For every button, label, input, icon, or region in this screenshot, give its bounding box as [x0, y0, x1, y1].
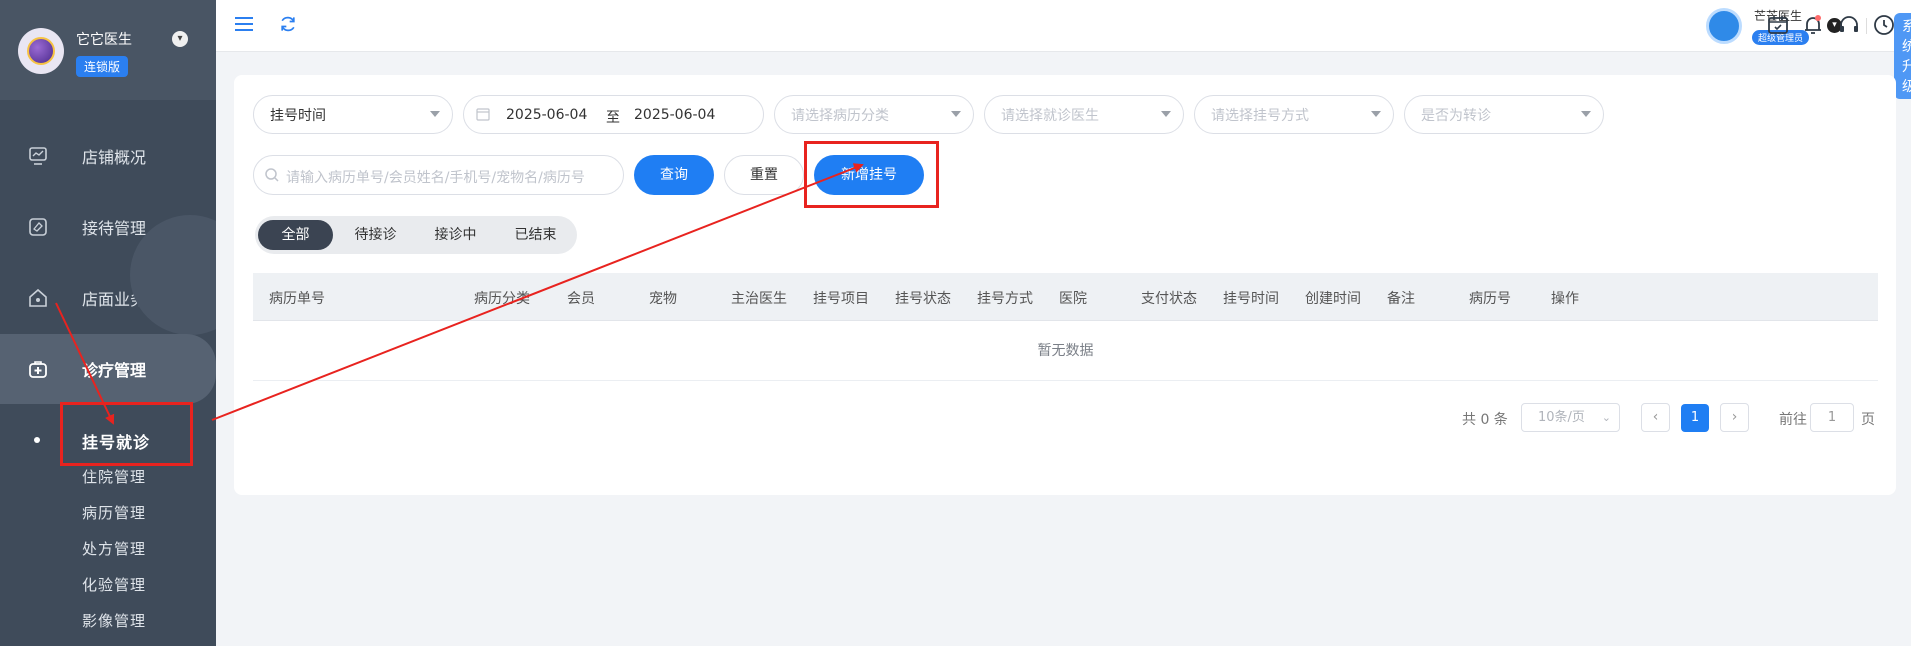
page-size-select[interactable]: 10条/页 ⌄ — [1521, 403, 1620, 432]
doctor-select[interactable]: 请选择就诊医生 — [984, 95, 1184, 134]
next-page-button[interactable]: › — [1720, 403, 1749, 432]
select-placeholder: 请选择病历分类 — [791, 107, 889, 124]
goto-page-input[interactable]: 1 — [1810, 403, 1854, 432]
caret-down-icon — [430, 111, 440, 117]
user-avatar[interactable] — [1706, 8, 1742, 44]
column-header: 备注 — [1387, 291, 1415, 307]
upgrade-button[interactable]: 系统升级 — [1894, 13, 1911, 99]
column-header: 医院 — [1059, 291, 1087, 307]
table-header: 病历单号 病历分类 会员 宠物 主治医生 挂号项目 挂号状态 挂号方式 医院 支… — [253, 273, 1878, 321]
sidebar-subitem-prescription[interactable]: 处方管理 — [82, 538, 146, 559]
column-header: 挂号方式 — [977, 291, 1033, 307]
column-header: 宠物 — [649, 291, 677, 307]
sidebar-item-label: 店铺概况 — [82, 148, 147, 167]
reset-button[interactable]: 重置 — [724, 155, 804, 195]
clock-icon[interactable] — [1872, 13, 1896, 37]
sidebar-item-label: 诊疗管理 — [82, 361, 147, 380]
dashboard-icon — [29, 147, 47, 165]
sidebar-subitem-records[interactable]: 病历管理 — [82, 502, 146, 523]
sidebar-item-store-overview[interactable]: 店铺概况 — [0, 121, 216, 191]
calendar-icon[interactable] — [1766, 13, 1790, 37]
column-header: 病历号 — [1469, 291, 1511, 307]
select-value: 挂号时间 — [270, 107, 326, 124]
caret-down-icon — [1581, 111, 1591, 117]
goto-label: 前往 — [1779, 412, 1807, 428]
annotation-box — [804, 141, 939, 208]
page-size-value: 10条/页 — [1538, 410, 1585, 425]
time-type-select[interactable]: 挂号时间 — [253, 95, 453, 134]
tab-all[interactable]: 全部 — [258, 220, 333, 250]
avatar[interactable] — [18, 28, 64, 74]
empty-state: 暂无数据 — [253, 321, 1878, 381]
page-number-current[interactable]: 1 — [1681, 404, 1709, 432]
bell-icon[interactable] — [1801, 13, 1825, 37]
refresh-icon[interactable] — [278, 12, 298, 36]
edition-badge: 连锁版 — [76, 56, 129, 77]
date-range-picker[interactable]: 2025-06-04 至 2025-06-04 — [463, 95, 764, 134]
search-icon — [265, 168, 279, 182]
support-headset-icon[interactable] — [1837, 13, 1861, 37]
column-header: 挂号时间 — [1223, 291, 1279, 307]
search-placeholder: 请输入病历单号/会员姓名/手机号/宠物名/病历号 — [286, 170, 585, 186]
column-header: 支付状态 — [1141, 291, 1197, 307]
prev-page-button[interactable]: ‹ — [1641, 403, 1670, 432]
column-header: 操作 — [1551, 291, 1579, 307]
chevron-down-icon[interactable]: ▾ — [172, 31, 188, 47]
date-separator: 至 — [606, 110, 620, 126]
select-placeholder: 请选择挂号方式 — [1211, 107, 1309, 124]
record-category-select[interactable]: 请选择病历分类 — [774, 95, 974, 134]
chevron-down-icon: ⌄ — [1601, 411, 1611, 424]
column-header: 病历分类 — [474, 291, 530, 307]
caret-down-icon — [1371, 111, 1381, 117]
sidebar-subitem-inpatient[interactable]: 住院管理 — [82, 466, 146, 487]
menu-icon[interactable] — [232, 12, 256, 36]
select-placeholder: 是否为转诊 — [1421, 107, 1491, 124]
transfer-select[interactable]: 是否为转诊 — [1404, 95, 1604, 134]
sidebar: 它它医生 连锁版 ▾ 店铺概况 接待管理 店面业务 诊疗管理 挂号就诊 住院管理… — [0, 0, 216, 646]
column-header: 创建时间 — [1305, 291, 1361, 307]
query-button[interactable]: 查询 — [634, 155, 714, 195]
sidebar-subitem-imaging[interactable]: 影像管理 — [82, 610, 146, 631]
reception-icon — [29, 218, 47, 236]
status-tabs: 全部 待接诊 接诊中 已结束 — [255, 216, 577, 254]
tab-in-progress[interactable]: 接诊中 — [418, 220, 493, 250]
pagination-total: 共 0 条 — [1462, 412, 1508, 428]
logo-icon — [27, 37, 55, 65]
column-header: 病历单号 — [269, 291, 325, 307]
column-header: 挂号状态 — [895, 291, 951, 307]
registration-method-select[interactable]: 请选择挂号方式 — [1194, 95, 1394, 134]
tab-waiting[interactable]: 待接诊 — [338, 220, 413, 250]
caret-down-icon — [1161, 111, 1171, 117]
annotation-box — [60, 402, 193, 466]
active-dot — [34, 437, 40, 443]
column-header: 会员 — [567, 291, 595, 307]
select-placeholder: 请选择就诊医生 — [1001, 107, 1099, 124]
column-header: 挂号项目 — [813, 291, 869, 307]
sidebar-item-label: 接待管理 — [82, 219, 147, 238]
sidebar-subitem-lab[interactable]: 化验管理 — [82, 574, 146, 595]
column-header: 主治医生 — [731, 291, 787, 307]
top-header: 芒芒医生 超级管理员 ▾ 系统升级 — [216, 0, 1911, 99]
date-start[interactable]: 2025-06-04 — [506, 107, 587, 123]
search-input[interactable]: 请输入病历单号/会员姓名/手机号/宠物名/病历号 — [253, 155, 624, 195]
sidebar-item-medical[interactable]: 诊疗管理 — [0, 334, 216, 404]
caret-down-icon — [951, 111, 961, 117]
tab-finished[interactable]: 已结束 — [498, 220, 573, 250]
divider — [1866, 18, 1867, 34]
store-icon — [29, 288, 47, 307]
medical-kit-icon — [29, 361, 47, 378]
sidebar-user-name: 它它医生 — [76, 32, 132, 48]
page-suffix: 页 — [1861, 412, 1875, 428]
calendar-icon — [476, 108, 490, 121]
date-end[interactable]: 2025-06-04 — [634, 107, 715, 123]
